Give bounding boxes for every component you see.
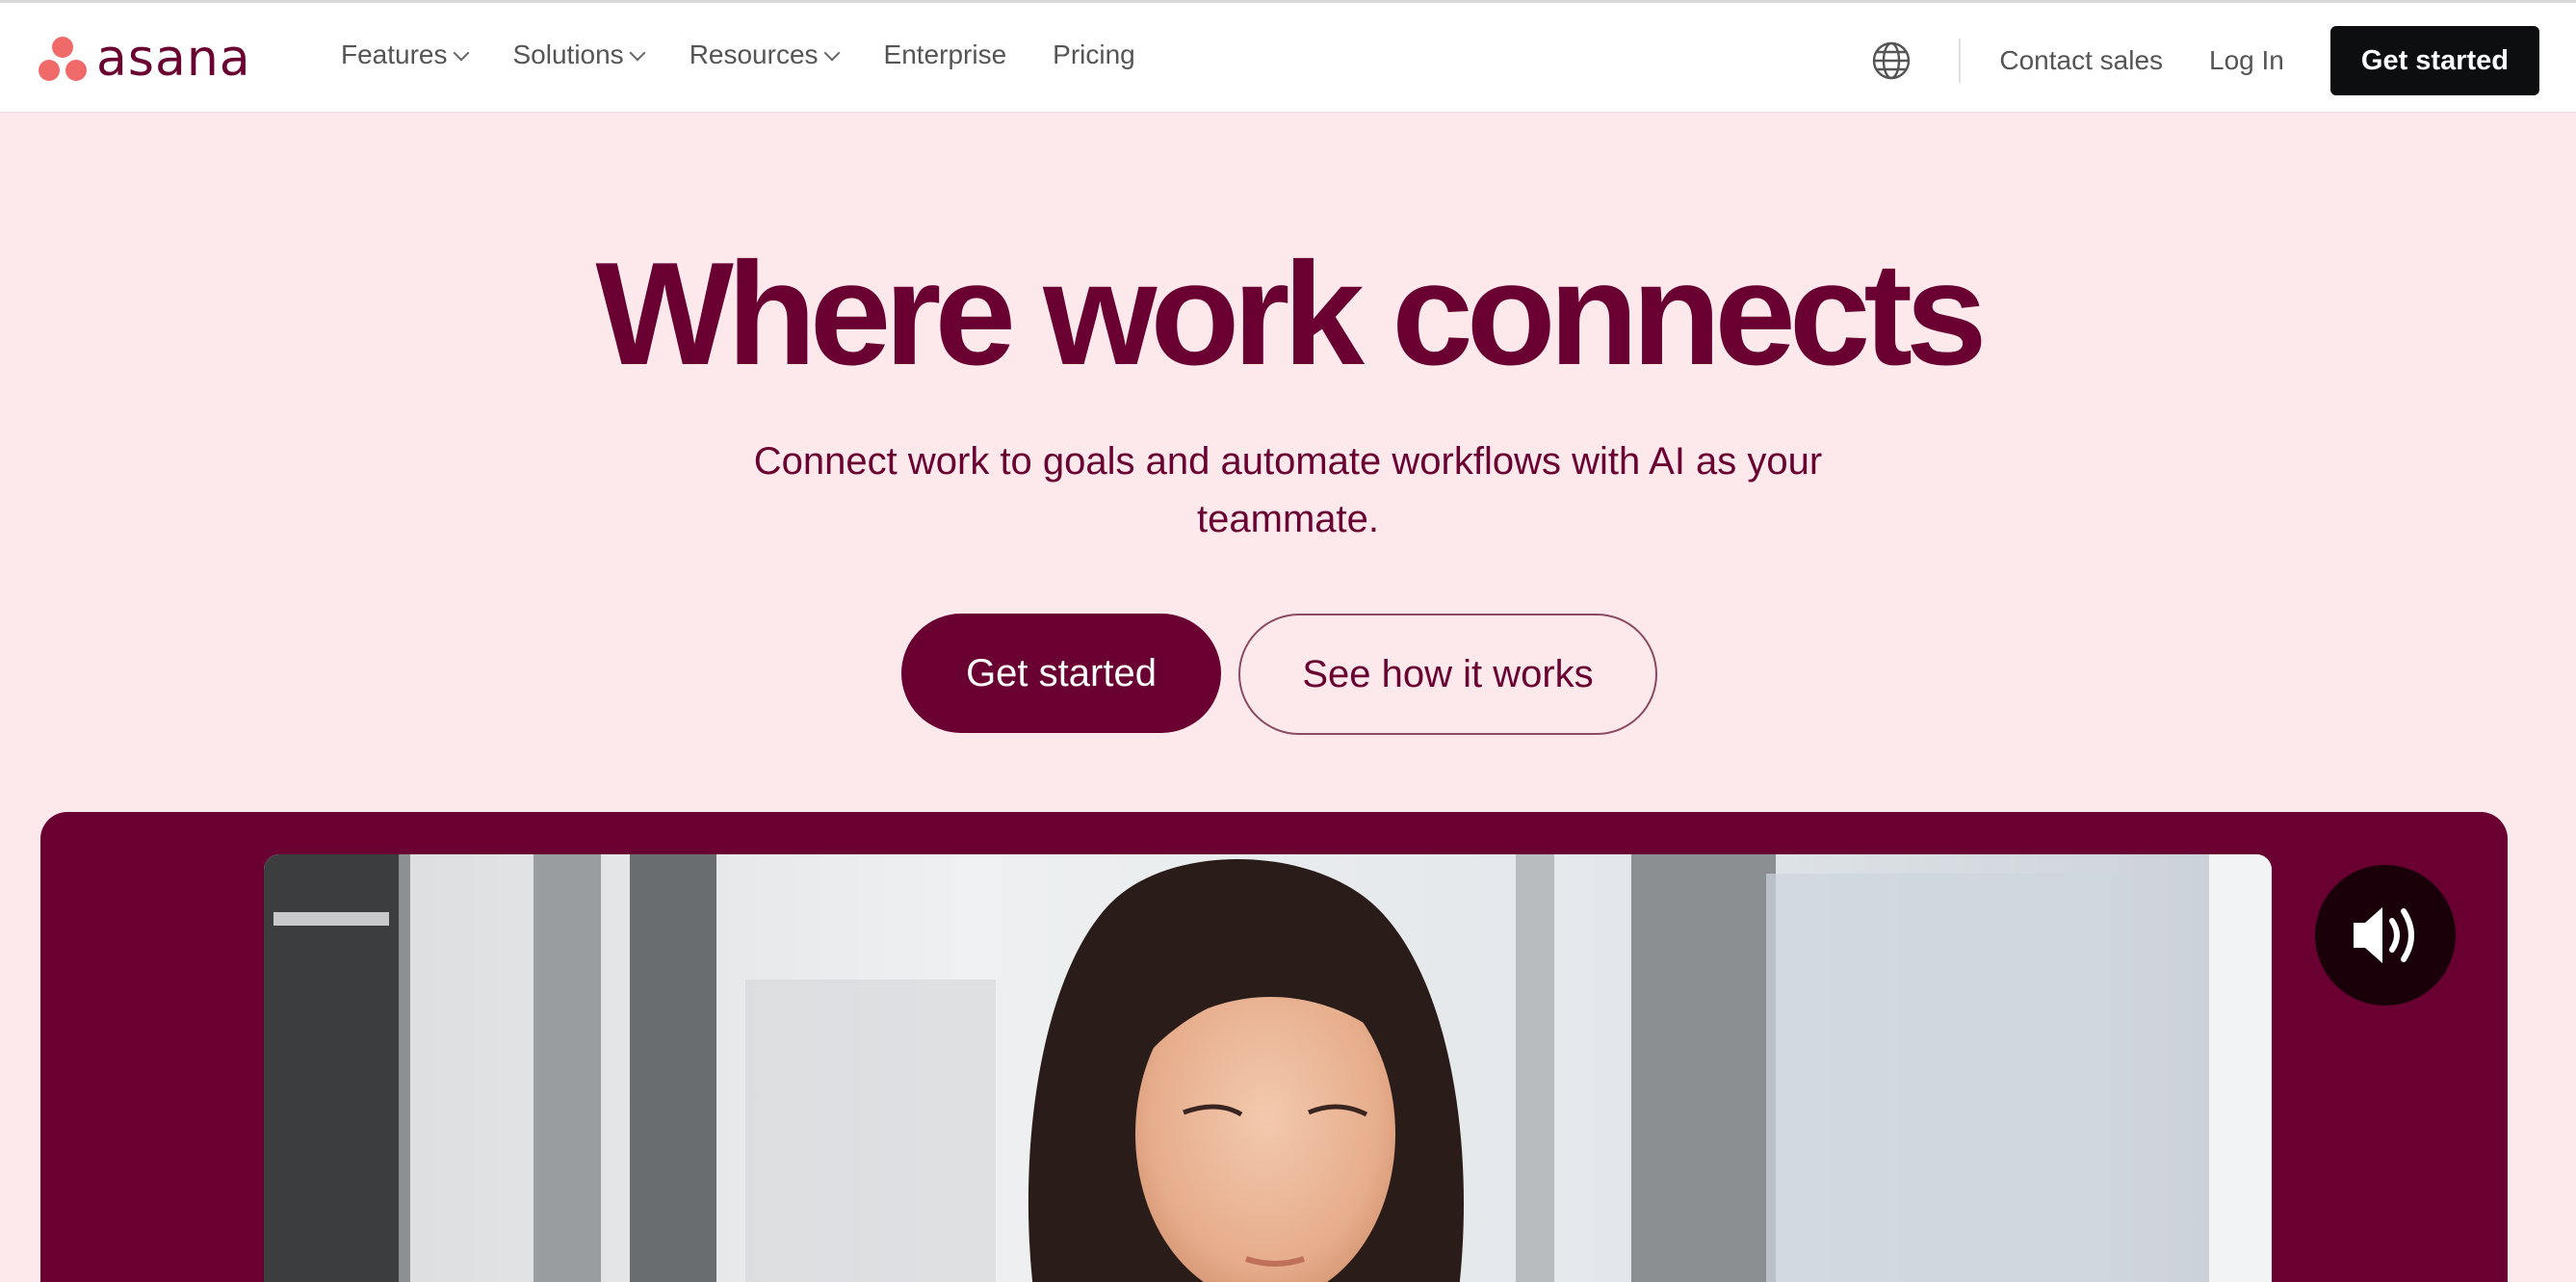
nav-solutions[interactable]: Solutions xyxy=(512,39,646,70)
hero-cta-group: Get started See how it works xyxy=(0,614,2576,735)
nav-pricing[interactable]: Pricing xyxy=(1053,39,1135,70)
hero-video-panel xyxy=(40,812,2508,1282)
nav-pricing-label: Pricing xyxy=(1053,39,1135,69)
logo-wordmark: asana xyxy=(96,30,251,88)
top-navigation-bar: asana Features Solutions Resources Enter… xyxy=(0,0,2576,113)
nav-enterprise[interactable]: Enterprise xyxy=(884,39,1007,70)
video-still-image xyxy=(264,854,2272,1282)
hero-title: Where work connects xyxy=(595,232,1987,396)
asana-logo-icon xyxy=(39,37,87,81)
see-how-it-works-button[interactable]: See how it works xyxy=(1238,614,1657,735)
log-in-link[interactable]: Log In xyxy=(2209,45,2284,76)
globe-icon[interactable] xyxy=(1870,39,1912,82)
chevron-down-icon xyxy=(629,44,646,62)
chevron-down-icon xyxy=(453,44,469,62)
sound-toggle-button[interactable] xyxy=(2315,865,2456,1006)
speaker-volume-icon xyxy=(2354,907,2414,963)
header-get-started-button[interactable]: Get started xyxy=(2329,26,2539,95)
nav-features[interactable]: Features xyxy=(341,39,469,70)
main-nav: Features Solutions Resources Enterprise … xyxy=(341,39,1135,70)
asana-logo[interactable]: asana xyxy=(39,32,251,86)
hero-subtitle: Connect work to goals and automate workf… xyxy=(753,440,1823,540)
nav-resources-label: Resources xyxy=(689,39,819,69)
nav-features-label: Features xyxy=(341,39,448,69)
header-divider xyxy=(1959,39,1962,83)
nav-resources[interactable]: Resources xyxy=(689,39,841,70)
header-actions: Contact sales Log In Get started xyxy=(1870,26,2539,95)
hero-get-started-button[interactable]: Get started xyxy=(901,614,1221,733)
hero-video[interactable] xyxy=(264,854,2272,1282)
nav-enterprise-label: Enterprise xyxy=(883,39,1007,69)
nav-solutions-label: Solutions xyxy=(512,39,624,69)
contact-sales-link[interactable]: Contact sales xyxy=(1999,45,2163,76)
chevron-down-icon xyxy=(823,44,841,62)
